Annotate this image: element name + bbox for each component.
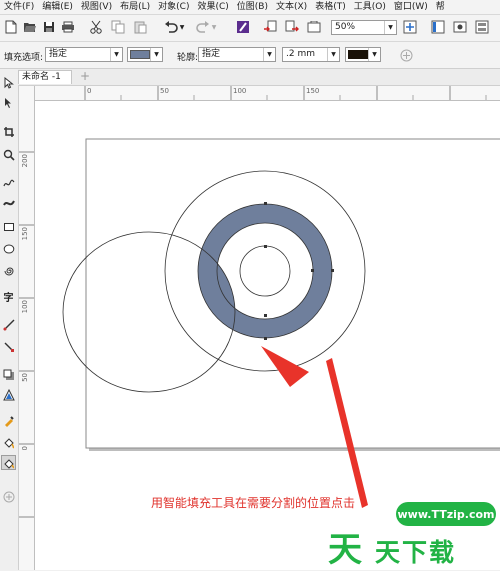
add-tab-icon[interactable]: + — [78, 70, 92, 83]
node-handle[interactable] — [331, 269, 334, 272]
view-icon[interactable] — [452, 19, 468, 35]
import-icon[interactable] — [262, 19, 278, 35]
rectangle-tool-icon[interactable] — [1, 219, 16, 234]
standard-toolbar: ▼ ▼ 50% ▼ — [0, 15, 500, 42]
fill-color-picker[interactable]: ▼ — [127, 47, 163, 62]
export-icon[interactable] — [284, 19, 300, 35]
menu-edit[interactable]: 编辑(E) — [38, 0, 77, 14]
eyedropper-icon[interactable] — [1, 413, 16, 428]
save-icon[interactable] — [41, 19, 57, 35]
outline-mode-dropdown-icon[interactable]: ▼ — [263, 48, 275, 61]
redo-icon[interactable] — [195, 19, 211, 35]
zoom-fit-icon[interactable] — [402, 19, 418, 35]
artistic-media-icon[interactable] — [1, 195, 16, 210]
outline-mode-value: 指定 — [202, 49, 221, 59]
document-tab-bar: 未命名 -1 + — [18, 69, 500, 86]
menu-view[interactable]: 视图(V) — [77, 0, 116, 14]
outline-width-combo[interactable]: .2 mm ▼ — [282, 47, 340, 62]
transparency-icon[interactable] — [1, 387, 16, 402]
node-handle[interactable] — [264, 202, 267, 205]
node-handle[interactable] — [264, 337, 267, 340]
v-ruler-label: 200 — [21, 154, 29, 168]
node-handle[interactable] — [311, 269, 314, 272]
h-ruler-label: 100 — [233, 87, 247, 95]
vertical-ruler[interactable]: 200 150 100 50 0 — [19, 86, 35, 570]
menu-effects[interactable]: 效果(C) — [193, 0, 232, 14]
connector-tool-icon[interactable] — [1, 339, 16, 354]
open-icon[interactable] — [22, 19, 38, 35]
toolbox: 字 — [0, 69, 19, 570]
menu-tools[interactable]: 工具(O) — [350, 0, 390, 14]
page-border — [85, 138, 500, 449]
shape-tool-icon[interactable] — [1, 95, 16, 110]
redo-dropdown-icon[interactable]: ▼ — [210, 19, 218, 35]
pick-tool-icon[interactable] — [1, 75, 16, 90]
freehand-tool-icon[interactable] — [1, 175, 16, 190]
new-document-icon[interactable] — [3, 19, 19, 35]
h-ruler-label: 0 — [87, 87, 92, 95]
outline-width-dropdown-icon[interactable]: ▼ — [327, 48, 339, 61]
fill-options-label: 填充选项: — [4, 53, 44, 63]
text-tool-icon[interactable]: 字 — [1, 289, 16, 304]
menu-table[interactable]: 表格(T) — [311, 0, 350, 14]
fill-color-dropdown-icon[interactable]: ▼ — [150, 48, 162, 61]
spiral-tool-icon[interactable] — [1, 263, 16, 278]
zoom-level-value: 50% — [335, 22, 356, 32]
outline-color-dropdown-icon[interactable]: ▼ — [368, 48, 380, 61]
v-ruler-label: 50 — [21, 373, 29, 382]
undo-icon[interactable] — [163, 19, 179, 35]
h-ruler-label: 50 — [160, 87, 169, 95]
fill-mode-value: 指定 — [49, 49, 68, 59]
menu-layout[interactable]: 布局(L) — [116, 0, 154, 14]
outline-label: 轮廓: — [177, 53, 199, 63]
v-ruler-label: 100 — [21, 300, 29, 314]
node-handle[interactable] — [264, 314, 267, 317]
menu-bitmaps[interactable]: 位图(B) — [233, 0, 272, 14]
add-tool-icon[interactable] — [1, 489, 16, 504]
print-icon[interactable] — [60, 19, 76, 35]
horizontal-ruler[interactable]: 0 50 100 150 — [34, 86, 500, 101]
fill-color-swatch — [130, 50, 150, 59]
undo-dropdown-icon[interactable]: ▼ — [178, 19, 186, 35]
search-content-icon[interactable] — [235, 19, 251, 35]
ellipse-tool-icon[interactable] — [1, 241, 16, 256]
interactive-fill-icon[interactable] — [1, 435, 16, 450]
paste-icon[interactable] — [132, 19, 148, 35]
property-bar: 填充选项: 指定 ▼ ▼ 轮廓: 指定 ▼ .2 mm ▼ ▼ — [0, 42, 500, 69]
h-ruler-label: 150 — [306, 87, 320, 95]
annotation-caption: 用智能填充工具在需要分割的位置点击 — [151, 496, 356, 510]
watermark-logo-text: 天下载 — [375, 538, 457, 567]
watermark-badge: www.TTzip.com — [396, 502, 496, 526]
outline-color-swatch — [348, 50, 368, 59]
watermark-logo-mark: 天 — [328, 530, 362, 570]
cut-icon[interactable] — [88, 19, 104, 35]
v-ruler-label: 150 — [21, 227, 29, 241]
zoom-tool-icon[interactable] — [1, 147, 16, 162]
menu-bar: 文件(F) 编辑(E) 视图(V) 布局(L) 对象(C) 效果(C) 位图(B… — [0, 0, 500, 15]
copy-icon[interactable] — [110, 19, 126, 35]
fill-mode-combo[interactable]: 指定 ▼ — [45, 47, 123, 62]
crop-tool-icon[interactable] — [1, 124, 16, 139]
document-tab[interactable]: 未命名 -1 — [18, 70, 72, 84]
menu-file[interactable]: 文件(F) — [0, 0, 38, 14]
snap-to-icon[interactable] — [430, 19, 446, 35]
outline-width-value: .2 mm — [286, 49, 315, 59]
node-handle[interactable] — [264, 245, 267, 248]
smart-fill-tool-icon[interactable] — [1, 455, 16, 470]
zoom-level-combo[interactable]: 50% ▼ — [331, 20, 397, 35]
zoom-dropdown-icon[interactable]: ▼ — [384, 21, 396, 34]
options-icon[interactable] — [474, 19, 490, 35]
menu-object[interactable]: 对象(C) — [154, 0, 193, 14]
publish-pdf-icon[interactable] — [306, 19, 322, 35]
drop-shadow-icon[interactable] — [1, 367, 16, 382]
fill-mode-dropdown-icon[interactable]: ▼ — [110, 48, 122, 61]
menu-text[interactable]: 文本(X) — [272, 0, 311, 14]
add-icon[interactable] — [398, 47, 414, 63]
outline-color-picker[interactable]: ▼ — [345, 47, 381, 62]
menu-help[interactable]: 帮 — [432, 0, 449, 14]
outline-mode-combo[interactable]: 指定 ▼ — [198, 47, 276, 62]
menu-window[interactable]: 窗口(W) — [390, 0, 432, 14]
dimension-tool-icon[interactable] — [1, 317, 16, 332]
v-ruler-label: 0 — [21, 446, 29, 451]
